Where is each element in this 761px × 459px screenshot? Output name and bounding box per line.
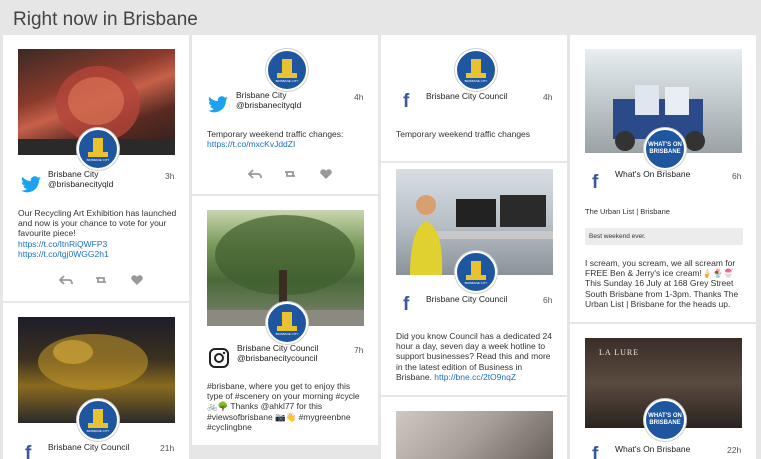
brisbane-city-council-avatar[interactable]: BRISBANE CITY <box>455 49 497 91</box>
post-time: 22h <box>727 445 742 455</box>
author-name[interactable]: What's On Brisbane <box>615 169 690 179</box>
retweet-icon[interactable] <box>283 169 297 179</box>
post-text: Did you know Council has a dedicated 24 … <box>396 331 552 382</box>
post-text: I scream, you scream, we all scream for … <box>585 258 739 309</box>
brisbane-city-council-avatar[interactable]: BRISBANE CITY <box>455 251 497 293</box>
post-image[interactable] <box>396 411 553 459</box>
post-card-fb-whatson[interactable]: LA LURE WHAT'S ON BRISBANE f What's On B… <box>570 324 756 459</box>
feed-column-1: BRISBANE CITY Brisbane City @brisbanecit… <box>3 35 189 459</box>
post-time: 4h <box>543 92 553 102</box>
author-name[interactable]: Brisbane City Council <box>48 442 129 452</box>
post-time: 7h <box>354 345 364 355</box>
post-link[interactable]: https://t.co/tgj0WGG2h1 <box>18 249 109 259</box>
reply-icon[interactable] <box>248 169 262 179</box>
feed-column-3: BRISBANE CITY f Brisbane City Council 4h… <box>381 35 567 459</box>
shared-page-name[interactable]: The Urban List | Brisbane <box>585 207 670 216</box>
author-name[interactable]: Brisbane City Council <box>237 343 318 353</box>
feed-column-2: BRISBANE CITY Brisbane City @brisbanecit… <box>192 35 378 459</box>
facebook-f-icon[interactable]: f <box>403 92 415 111</box>
post-time: 6h <box>732 171 742 181</box>
twitter-bird-icon[interactable] <box>208 96 228 113</box>
instagram-camera-icon[interactable] <box>209 348 229 368</box>
post-link[interactable]: https://t.co/ItnRiQWFP3 <box>18 239 107 249</box>
brisbane-city-avatar[interactable]: BRISBANE CITY <box>266 49 308 91</box>
facebook-f-icon[interactable]: f <box>592 445 604 459</box>
post-text: Temporary weekend traffic changes <box>396 129 531 139</box>
post-card-ig-scenery[interactable]: BRISBANE CITY Brisbane City Council @bri… <box>192 196 378 445</box>
author-name[interactable]: Brisbane City <box>48 169 99 179</box>
post-link[interactable]: https://t.co/mxcKvJddZI <box>207 139 295 149</box>
storefront-sign: LA LURE <box>599 348 640 357</box>
facebook-f-icon[interactable]: f <box>25 444 37 459</box>
post-card-fb-traffic[interactable]: BRISBANE CITY f Brisbane City Council 4h… <box>381 35 567 161</box>
post-text: Temporary weekend traffic changes: https… <box>207 129 344 150</box>
author-name[interactable]: Brisbane City Council <box>426 294 507 304</box>
retweet-icon[interactable] <box>94 275 108 285</box>
feed-column-4: WHAT'S ON BRISBANE f What's On Brisbane … <box>570 35 756 459</box>
heart-icon[interactable] <box>130 275 144 285</box>
post-time: 6h <box>543 295 553 305</box>
brisbane-city-council-avatar[interactable]: BRISBANE CITY <box>77 399 119 441</box>
post-card-tw-recycling[interactable]: BRISBANE CITY Brisbane City @brisbanecit… <box>3 35 189 301</box>
shared-quote: Best weekend ever. <box>585 228 743 245</box>
author-handle[interactable]: @brisbanecityqld <box>236 100 301 110</box>
heart-icon[interactable] <box>319 169 333 179</box>
post-time: 21h <box>160 443 175 453</box>
brisbane-city-council-avatar[interactable]: BRISBANE CITY <box>266 302 308 344</box>
author-handle[interactable]: @brisbanecityqld <box>48 179 113 189</box>
whats-on-brisbane-avatar[interactable]: WHAT'S ON BRISBANE <box>644 128 686 170</box>
facebook-f-icon[interactable]: f <box>592 173 604 192</box>
facebook-f-icon[interactable]: f <box>403 295 415 314</box>
brisbane-city-avatar[interactable]: BRISBANE CITY <box>77 128 119 170</box>
whats-on-brisbane-avatar[interactable]: WHAT'S ON BRISBANE <box>644 399 686 441</box>
post-link[interactable]: http://bne.cc/2tO9nqZ <box>434 372 516 382</box>
author-name[interactable]: Brisbane City Council <box>426 91 507 101</box>
post-text: #brisbane, where you get to enjoy this t… <box>207 381 360 432</box>
author-name[interactable]: Brisbane City <box>236 90 287 100</box>
post-card-fb-council[interactable]: BRISBANE CITY f Brisbane City Council 21… <box>3 303 189 459</box>
author-handle[interactable]: @brisbanecitycouncil <box>237 353 317 363</box>
tweet-actions <box>248 166 350 184</box>
reply-icon[interactable] <box>59 275 73 285</box>
author-name[interactable]: What's On Brisbane <box>615 444 690 454</box>
post-card-fb-icecream[interactable]: WHAT'S ON BRISBANE f What's On Brisbane … <box>570 35 756 322</box>
page-title: Right now in Brisbane <box>13 9 198 30</box>
twitter-bird-icon[interactable] <box>21 176 41 193</box>
tweet-actions <box>59 272 161 290</box>
post-text: Our Recycling Art Exhibition has launche… <box>18 208 177 259</box>
post-time: 4h <box>354 92 364 102</box>
post-card-fb-business[interactable]: BRISBANE CITY f Brisbane City Council 6h… <box>381 163 567 395</box>
post-time: 3h <box>165 171 175 181</box>
post-card-tw-traffic[interactable]: BRISBANE CITY Brisbane City @brisbanecit… <box>192 35 378 194</box>
post-card-partial[interactable] <box>381 397 567 459</box>
